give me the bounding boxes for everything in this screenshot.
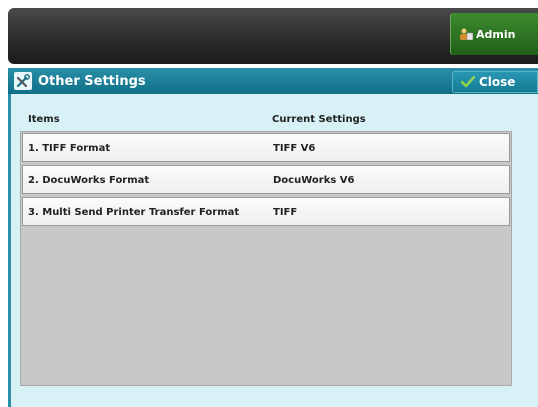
item-label: 2. DocuWorks Format — [28, 175, 150, 186]
tools-icon — [14, 72, 32, 90]
item-value: TIFF V6 — [273, 143, 316, 154]
list-item-tiff-format[interactable]: 1. TIFF Format TIFF V6 — [22, 133, 510, 162]
column-header-current-settings: Current Settings — [272, 114, 366, 125]
admin-button[interactable]: Admin — [450, 13, 538, 55]
settings-list: 1. TIFF Format TIFF V6 2. DocuWorks Form… — [20, 131, 512, 386]
close-label: Close — [479, 75, 516, 89]
close-button[interactable]: Close — [452, 71, 538, 93]
other-settings-window: Other Settings Close Items Current Setti… — [8, 68, 538, 407]
list-item-docuworks-format[interactable]: 2. DocuWorks Format DocuWorks V6 — [22, 165, 510, 194]
item-value: TIFF — [273, 207, 298, 218]
list-item-multi-send-format[interactable]: 3. Multi Send Printer Transfer Format TI… — [22, 197, 510, 226]
window-title: Other Settings — [38, 73, 146, 89]
column-header-items: Items — [28, 114, 60, 125]
checkmark-icon — [461, 76, 475, 88]
admin-label: Admin — [476, 27, 516, 41]
item-label: 1. TIFF Format — [28, 143, 111, 154]
admin-user-icon — [459, 28, 473, 40]
window-left-border — [8, 94, 11, 407]
item-label: 3. Multi Send Printer Transfer Format — [28, 207, 240, 218]
item-value: DocuWorks V6 — [273, 175, 355, 186]
